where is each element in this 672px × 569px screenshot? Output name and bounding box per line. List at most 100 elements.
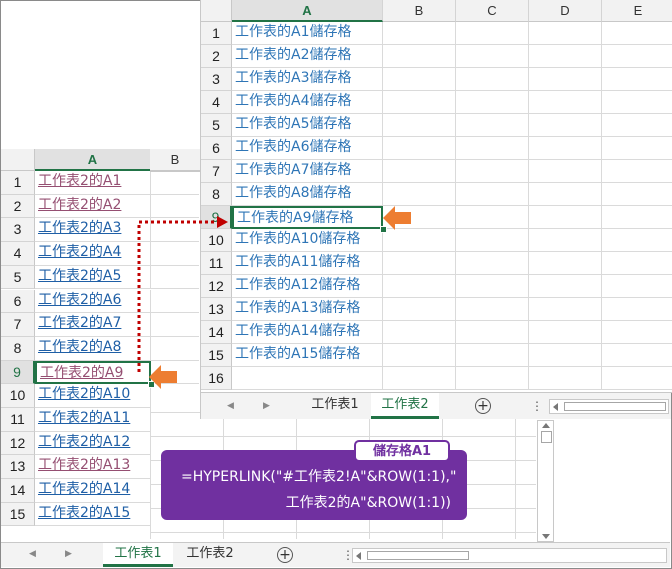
right-cell[interactable] <box>529 298 602 321</box>
right-cell[interactable] <box>383 275 456 298</box>
left-col-header-b[interactable]: B <box>150 149 200 171</box>
right-row-header[interactable]: 6 <box>201 137 232 160</box>
right-row-header[interactable]: 2 <box>201 45 232 68</box>
right-cell[interactable] <box>383 137 456 160</box>
left-cell-a[interactable]: 工作表2的A7 <box>35 313 151 337</box>
right-cell[interactable] <box>456 183 529 206</box>
left-cell-a[interactable]: 工作表2的A4 <box>35 242 151 266</box>
right-cell[interactable] <box>529 252 602 275</box>
left-corner-cell[interactable] <box>1 149 35 171</box>
right-cell[interactable] <box>456 91 529 114</box>
right-cell[interactable] <box>602 45 672 68</box>
tab-nav-right-icon[interactable]: ▶ <box>65 549 72 559</box>
right-cell[interactable] <box>529 22 602 45</box>
left-row-header[interactable]: 7 <box>1 313 35 337</box>
right-cell-a[interactable]: 工作表的A10儲存格 <box>232 229 383 252</box>
left-row-header[interactable]: 6 <box>1 289 35 314</box>
h-scroll-thumb[interactable] <box>564 402 666 411</box>
right-cell[interactable] <box>602 22 672 45</box>
right-cell[interactable] <box>456 160 529 183</box>
right-cell[interactable] <box>529 160 602 183</box>
right-cell[interactable] <box>602 321 672 344</box>
scroll-up-icon[interactable] <box>542 423 550 428</box>
left-cell-b[interactable] <box>151 195 199 219</box>
right-cell[interactable] <box>456 229 529 252</box>
right-cell[interactable] <box>602 206 672 229</box>
left-row-header[interactable]: 13 <box>1 455 35 480</box>
right-cell[interactable] <box>529 183 602 206</box>
right-cell[interactable] <box>529 45 602 68</box>
scroll-thumb[interactable] <box>541 431 552 443</box>
right-cell[interactable] <box>529 206 602 229</box>
right-cell-a[interactable]: 工作表的A5儲存格 <box>232 114 383 137</box>
right-corner-cell[interactable] <box>201 0 232 22</box>
tab-nav-left-icon[interactable]: ◀ <box>227 401 234 411</box>
more-options-icon[interactable]: ⋮ <box>531 399 543 413</box>
left-row-header[interactable]: 5 <box>1 265 35 290</box>
right-cell-a[interactable]: 工作表的A9儲存格 <box>232 206 383 229</box>
right-cell[interactable] <box>456 22 529 45</box>
left-cell-b[interactable] <box>151 290 199 314</box>
right-cell-a[interactable]: 工作表的A7儲存格 <box>232 160 383 183</box>
right-cell[interactable] <box>602 344 672 367</box>
right-cell[interactable] <box>456 68 529 91</box>
hyperlink-text[interactable]: 工作表2的A12 <box>38 434 130 450</box>
hyperlink-text[interactable]: 工作表2的A3 <box>38 220 121 236</box>
hyperlink-text[interactable]: 工作表2的A14 <box>38 481 130 497</box>
right-row-header[interactable]: 7 <box>201 160 232 183</box>
right-cell-a[interactable]: 工作表的A6儲存格 <box>232 137 383 160</box>
right-cell[interactable] <box>529 321 602 344</box>
right-cell[interactable] <box>602 160 672 183</box>
right-cell-a[interactable]: 工作表的A11儲存格 <box>232 252 383 275</box>
left-cell-a[interactable]: 工作表2的A10 <box>35 384 151 408</box>
right-col-header-d[interactable]: D <box>529 0 602 22</box>
right-cell-a[interactable]: 工作表的A8儲存格 <box>232 183 383 206</box>
left-cell-a[interactable]: 工作表2的A6 <box>35 289 151 314</box>
right-cell[interactable] <box>456 275 529 298</box>
hyperlink-text[interactable]: 工作表2的A10 <box>38 386 130 402</box>
right-cell[interactable] <box>529 114 602 137</box>
right-tab-sheet1[interactable]: 工作表1 <box>301 393 369 419</box>
left-cell-a[interactable]: 工作表2的A2 <box>35 194 151 219</box>
hyperlink-text[interactable]: 工作表2的A9 <box>40 365 123 381</box>
hyperlink-text[interactable]: 工作表2的A7 <box>38 315 121 331</box>
right-cell[interactable] <box>529 137 602 160</box>
right-cell[interactable] <box>529 229 602 252</box>
scroll-left-icon[interactable] <box>356 552 361 560</box>
left-cell-a[interactable]: 工作表2的A1 <box>35 171 151 195</box>
right-cell[interactable] <box>383 367 456 390</box>
scroll-left-icon[interactable] <box>553 403 558 411</box>
right-cell[interactable] <box>383 344 456 367</box>
right-cell-a[interactable]: 工作表的A14儲存格 <box>232 321 383 344</box>
hyperlink-text[interactable]: 工作表2的A11 <box>38 410 130 426</box>
right-cell[interactable] <box>383 321 456 344</box>
right-cell-a[interactable]: 工作表的A3儲存格 <box>232 68 383 91</box>
left-col-header-a[interactable]: A <box>35 149 151 171</box>
add-sheet-icon[interactable]: + <box>475 398 491 414</box>
right-col-header-b[interactable]: B <box>383 0 456 22</box>
right-cell[interactable] <box>529 275 602 298</box>
right-cell[interactable] <box>383 229 456 252</box>
left-row-header[interactable]: 4 <box>1 242 35 266</box>
right-col-header-c[interactable]: C <box>456 0 529 22</box>
left-row-header[interactable]: 8 <box>1 336 35 361</box>
right-cell[interactable] <box>456 252 529 275</box>
right-cell[interactable] <box>456 137 529 160</box>
right-row-header[interactable]: 12 <box>201 275 232 298</box>
right-cell-a[interactable]: 工作表的A1儲存格 <box>232 22 383 45</box>
hyperlink-text[interactable]: 工作表2的A1 <box>38 173 121 189</box>
right-cell[interactable] <box>602 91 672 114</box>
right-cell[interactable] <box>456 114 529 137</box>
hyperlink-text[interactable]: 工作表2的A4 <box>38 244 121 260</box>
right-cell[interactable] <box>456 321 529 344</box>
right-cell[interactable] <box>383 45 456 68</box>
left-tab-sheet2[interactable]: 工作表2 <box>175 543 245 567</box>
right-col-header-e[interactable]: E <box>602 0 672 22</box>
right-cell-a[interactable]: 工作表的A4儲存格 <box>232 91 383 114</box>
left-cell-a[interactable]: 工作表2的A8 <box>35 336 151 361</box>
tab-nav-right-icon[interactable]: ▶ <box>263 401 270 411</box>
right-row-header[interactable]: 15 <box>201 344 232 367</box>
left-vertical-scrollbar[interactable] <box>537 420 554 542</box>
left-cell-a[interactable]: 工作表2的A9 <box>35 360 151 385</box>
left-row-header[interactable]: 2 <box>1 194 35 219</box>
